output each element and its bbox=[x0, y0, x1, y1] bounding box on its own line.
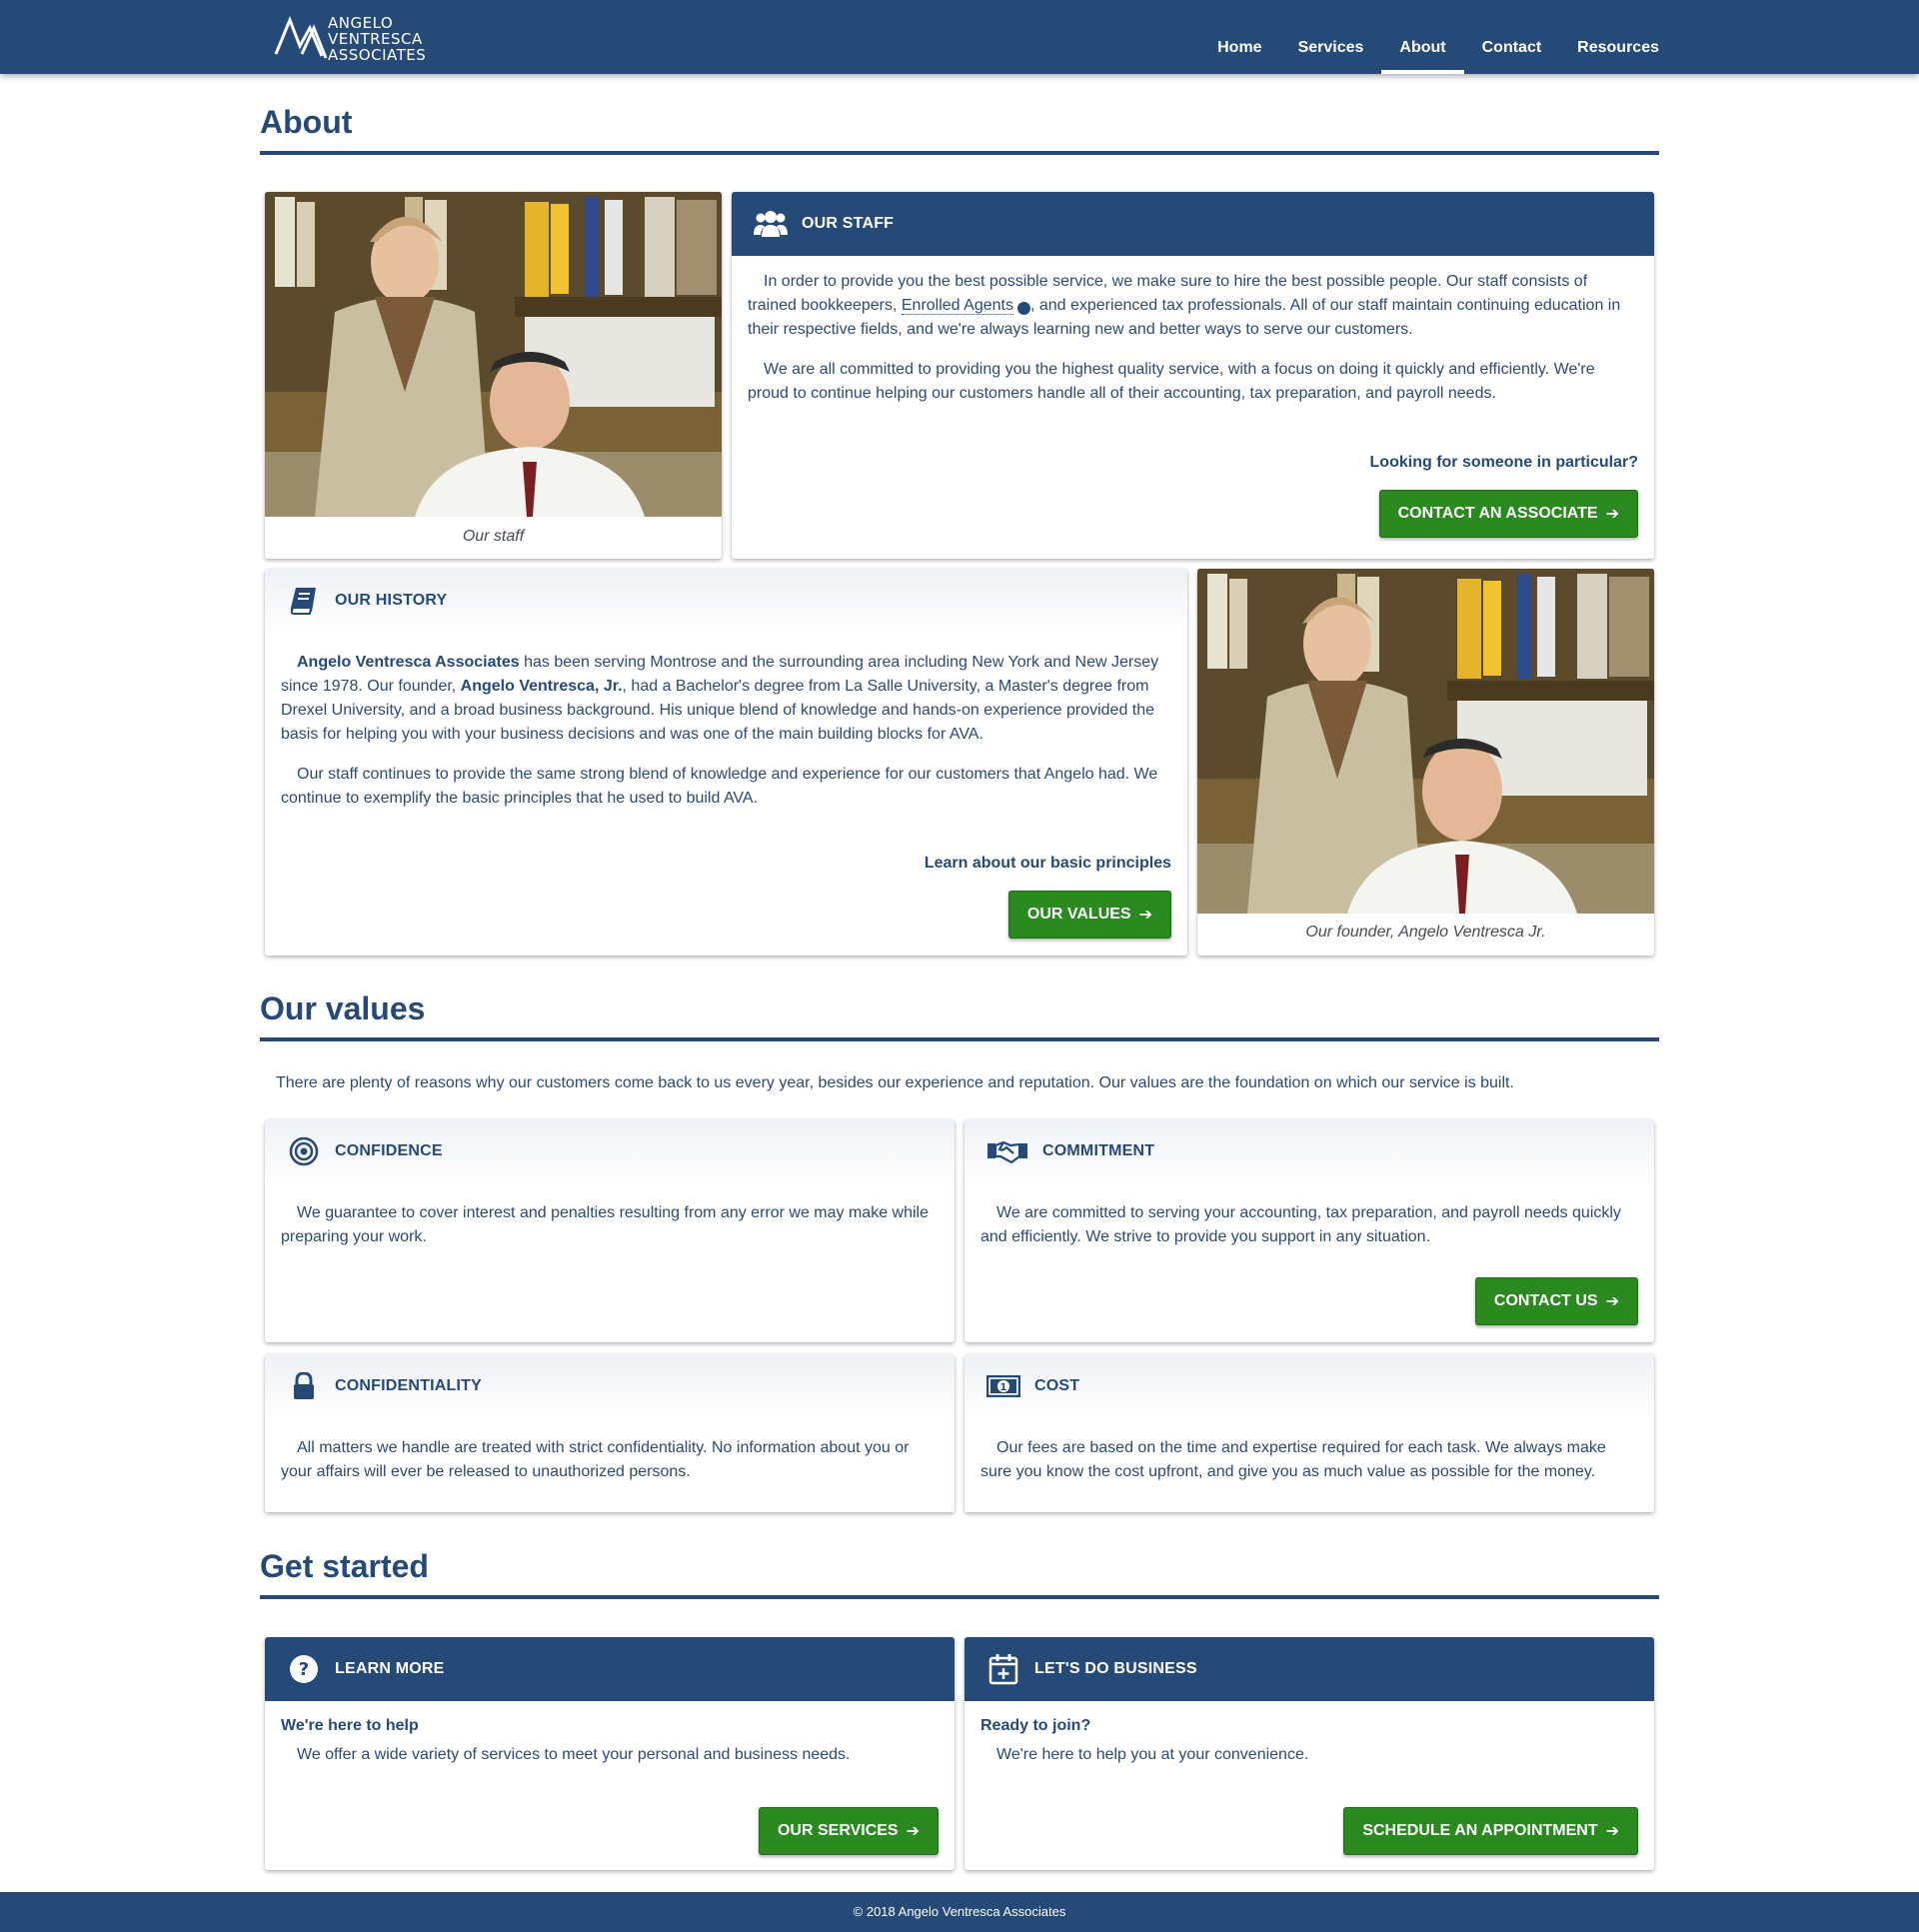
schedule-appointment-button[interactable]: SCHEDULE AN APPOINTMENT ➔ bbox=[1343, 1807, 1638, 1855]
contact-us-button[interactable]: CONTACT US ➔ bbox=[1474, 1277, 1638, 1325]
users-icon bbox=[754, 207, 788, 241]
staff-photo bbox=[265, 192, 722, 517]
our-staff-card: OUR STAFF In order to provide you the be… bbox=[732, 192, 1654, 559]
confidence-card: CONFIDENCE We guarantee to cover interes… bbox=[265, 1119, 955, 1342]
ava-logo-icon bbox=[274, 15, 328, 59]
commitment-header: COMMITMENT bbox=[964, 1119, 1654, 1183]
learn-more-title: LEARN MORE bbox=[335, 1660, 445, 1677]
confidentiality-header: CONFIDENTIALITY bbox=[265, 1354, 955, 1418]
lets-do-business-text: We're here to help you at your convenien… bbox=[996, 1746, 1309, 1763]
our-staff-paragraph-1: In order to provide you the best possibl… bbox=[748, 273, 1621, 338]
nav-home[interactable]: Home bbox=[1199, 0, 1279, 74]
svg-text:1: 1 bbox=[1000, 1382, 1007, 1393]
confidence-body: We guarantee to cover interest and penal… bbox=[265, 1183, 955, 1249]
arrow-right-icon: ➔ bbox=[1605, 1293, 1619, 1310]
values-rule bbox=[260, 1037, 1659, 1041]
lets-do-business-title: LET'S DO BUSINESS bbox=[1034, 1660, 1197, 1677]
learn-more-card: ? LEARN MORE We're here to help We offer… bbox=[265, 1637, 955, 1870]
book-icon bbox=[287, 584, 321, 618]
our-history-header: OUR HISTORY bbox=[265, 569, 1187, 633]
staff-photo-card: Our staff bbox=[265, 192, 722, 559]
confidentiality-text: All matters we handle are treated with s… bbox=[281, 1439, 910, 1480]
founder-photo bbox=[1197, 569, 1654, 914]
our-history-card: OUR HISTORY Angelo Ventresca Associates … bbox=[265, 569, 1187, 956]
founder-photo-card: Our founder, Angelo Ventresca Jr. bbox=[1197, 569, 1654, 956]
arrow-right-icon: ➔ bbox=[906, 1823, 920, 1840]
commitment-body: We are committed to serving your account… bbox=[964, 1183, 1654, 1249]
cost-header: 1 COST bbox=[964, 1354, 1654, 1418]
lets-do-business-subtitle: Ready to join? bbox=[980, 1717, 1091, 1734]
cost-body: Our fees are based on the time and exper… bbox=[964, 1418, 1654, 1484]
lets-do-business-body: We're here to help you at your convenien… bbox=[964, 1743, 1654, 1767]
our-staff-paragraph-2: We are all committed to providing you th… bbox=[748, 361, 1595, 402]
about-title: About bbox=[260, 104, 353, 140]
confidence-header: CONFIDENCE bbox=[265, 1119, 955, 1183]
logo-text: ANGELO VENTRESCA ASSOCIATES bbox=[328, 15, 426, 63]
our-history-title: OUR HISTORY bbox=[335, 592, 448, 609]
logo-line-2: VENTRESCA bbox=[328, 30, 423, 48]
our-history-paragraph-1: Angelo Ventresca Associates has been ser… bbox=[281, 654, 1159, 743]
founder-photo-caption: Our founder, Angelo Ventresca Jr. bbox=[1305, 924, 1546, 941]
our-history-paragraph-2: Our staff continues to provide the same … bbox=[281, 766, 1158, 807]
basic-principles-label: Learn about our basic principles bbox=[924, 855, 1171, 872]
calendar-plus-icon bbox=[986, 1652, 1020, 1686]
contact-associate-button[interactable]: CONTACT AN ASSOCIATE ➔ bbox=[1378, 490, 1638, 538]
enrolled-agents-link[interactable]: Enrolled Agents bbox=[901, 297, 1013, 315]
get-started-rule bbox=[260, 1595, 1659, 1599]
about-rule bbox=[260, 151, 1659, 155]
commitment-title: COMMITMENT bbox=[1042, 1142, 1155, 1159]
commitment-card: COMMITMENT We are committed to serving y… bbox=[964, 1119, 1654, 1342]
looking-for-someone-label: Looking for someone in particular? bbox=[1369, 454, 1638, 471]
confidentiality-card: CONFIDENTIALITY All matters we handle ar… bbox=[265, 1354, 955, 1512]
top-navbar: ANGELO VENTRESCA ASSOCIATES Home Service… bbox=[0, 0, 1919, 74]
footer-copyright: © 2018 Angelo Ventresca Associates bbox=[853, 1904, 1066, 1919]
arrow-right-icon: ➔ bbox=[1605, 1823, 1619, 1840]
learn-more-header: ? LEARN MORE bbox=[265, 1637, 955, 1701]
money-bill-icon: 1 bbox=[986, 1369, 1020, 1403]
values-title: Our values bbox=[260, 990, 426, 1026]
confidence-title: CONFIDENCE bbox=[335, 1142, 443, 1159]
lets-do-business-card: LET'S DO BUSINESS Ready to join? We're h… bbox=[964, 1637, 1654, 1870]
learn-more-text: We offer a wide variety of services to m… bbox=[297, 1746, 851, 1763]
get-started-title: Get started bbox=[260, 1548, 429, 1584]
arrow-right-icon: ➔ bbox=[1138, 907, 1152, 924]
our-staff-body: In order to provide you the best possibl… bbox=[732, 256, 1654, 406]
cost-title: COST bbox=[1034, 1377, 1080, 1394]
info-circle-icon[interactable]: i bbox=[1016, 302, 1036, 315]
logo[interactable]: ANGELO VENTRESCA ASSOCIATES bbox=[274, 13, 454, 65]
question-circle-icon: ? bbox=[287, 1652, 321, 1686]
staff-photo-caption: Our staff bbox=[462, 528, 525, 545]
our-history-body: Angelo Ventresca Associates has been ser… bbox=[265, 633, 1187, 811]
bullseye-icon bbox=[287, 1134, 321, 1168]
nav-resources[interactable]: Resources bbox=[1559, 0, 1677, 74]
our-services-button[interactable]: OUR SERVICES ➔ bbox=[758, 1807, 939, 1855]
learn-more-body: We offer a wide variety of services to m… bbox=[265, 1743, 955, 1767]
nav-services[interactable]: Services bbox=[1280, 0, 1382, 74]
cost-card: 1 COST Our fees are based on the time an… bbox=[964, 1354, 1654, 1512]
svg-text:?: ? bbox=[299, 1659, 309, 1680]
nav-contact[interactable]: Contact bbox=[1464, 0, 1560, 74]
handshake-icon bbox=[986, 1134, 1028, 1168]
nav-about[interactable]: About bbox=[1381, 0, 1464, 74]
footer: © 2018 Angelo Ventresca Associates bbox=[0, 1892, 1919, 1932]
main-nav: Home Services About Contact Resources bbox=[1199, 0, 1677, 74]
our-staff-header: OUR STAFF bbox=[732, 192, 1654, 256]
our-staff-title: OUR STAFF bbox=[802, 215, 895, 232]
arrow-right-icon: ➔ bbox=[1605, 506, 1619, 523]
our-values-button[interactable]: OUR VALUES ➔ bbox=[1007, 891, 1171, 939]
values-intro: There are plenty of reasons why our cust… bbox=[276, 1074, 1514, 1091]
logo-line-3: ASSOCIATES bbox=[328, 46, 427, 64]
logo-line-1: ANGELO bbox=[328, 14, 394, 32]
confidentiality-body: All matters we handle are treated with s… bbox=[265, 1418, 955, 1484]
commitment-text: We are committed to serving your account… bbox=[980, 1204, 1621, 1245]
lock-icon bbox=[287, 1369, 321, 1403]
learn-more-subtitle: We're here to help bbox=[281, 1717, 419, 1734]
cost-text: Our fees are based on the time and exper… bbox=[980, 1439, 1606, 1480]
lets-do-business-header: LET'S DO BUSINESS bbox=[964, 1637, 1654, 1701]
confidence-text: We guarantee to cover interest and penal… bbox=[281, 1204, 930, 1245]
confidentiality-title: CONFIDENTIALITY bbox=[335, 1377, 482, 1394]
